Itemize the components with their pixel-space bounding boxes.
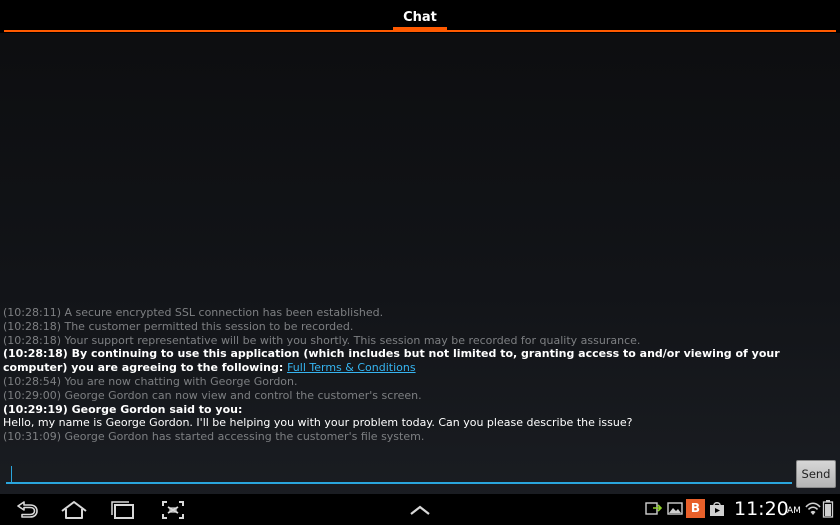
chat-message-sender: (10:29:19) George Gordon said to you:: [3, 402, 243, 416]
back-icon: [17, 501, 38, 518]
b-app-icon[interactable]: B: [686, 499, 705, 518]
chat-message-input[interactable]: [6, 462, 792, 484]
home-button[interactable]: [58, 498, 90, 522]
send-button[interactable]: Send: [796, 460, 836, 488]
chevron-up-icon: [410, 505, 430, 515]
system-navigation-bar: B 11:20 AM: [0, 494, 840, 525]
chat-message-body: Hello, my name is George Gordon. I'll be…: [3, 416, 633, 430]
home-icon: [61, 501, 87, 519]
recent-apps-button[interactable]: [107, 498, 139, 522]
chat-message: (10:28:11) A secure encrypted SSL connec…: [3, 306, 384, 319]
wifi-icon: [805, 502, 821, 515]
chat-app: Chat (10:28:11) A secure encrypted SSL c…: [0, 0, 840, 525]
chat-message-terms: (10:28:18) By continuing to use this app…: [3, 347, 833, 375]
store-bag-icon[interactable]: [709, 501, 725, 517]
tab-bar: Chat: [0, 0, 840, 33]
screen-share-icon[interactable]: [645, 501, 663, 517]
chat-log: (10:28:11) A secure encrypted SSL connec…: [3, 306, 833, 444]
battery-icon: [822, 500, 834, 518]
text-cursor: [11, 466, 12, 483]
image-icon[interactable]: [667, 501, 683, 517]
chat-message: (10:28:18) The customer permitted this s…: [3, 319, 354, 333]
tab-underline: [4, 30, 836, 32]
recent-apps-icon: [111, 501, 134, 519]
clock-time: 11:20: [734, 498, 789, 520]
screenshot-button[interactable]: [157, 498, 189, 522]
clock-ampm: AM: [787, 506, 801, 516]
expand-button[interactable]: [404, 498, 436, 522]
chat-message: (10:28:18) Your support representative w…: [3, 333, 641, 347]
screenshot-icon: [162, 501, 184, 519]
chat-message: (10:28:54) You are now chatting with Geo…: [3, 374, 298, 388]
chat-message: (10:29:00) George Gordon can now view an…: [3, 388, 422, 402]
terms-link[interactable]: Full Terms & Conditions: [287, 361, 416, 374]
back-button[interactable]: [10, 498, 42, 522]
chat-message: (10:31:09) George Gordon has started acc…: [3, 430, 425, 444]
